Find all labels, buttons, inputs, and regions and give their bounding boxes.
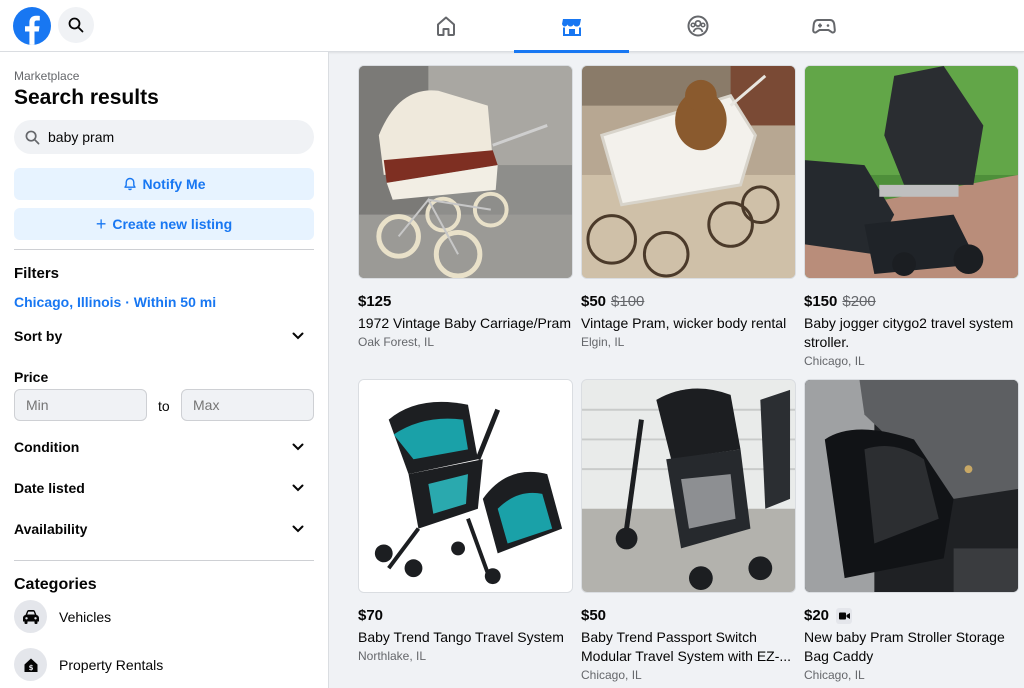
search-icon bbox=[25, 130, 40, 144]
listing-card[interactable]: $20 New baby Pram Stroller Storage Bag C… bbox=[804, 379, 1019, 682]
groups-icon bbox=[687, 15, 708, 37]
date-listed-dropdown[interactable]: Date listed bbox=[14, 476, 314, 500]
availability-dropdown[interactable]: Availability bbox=[14, 517, 314, 541]
category-vehicles[interactable]: Vehicles bbox=[14, 600, 111, 633]
tab-groups[interactable] bbox=[640, 0, 755, 52]
categories-title: Categories bbox=[14, 576, 97, 593]
listing-price: $50 bbox=[581, 607, 607, 624]
search-button[interactable] bbox=[58, 7, 94, 43]
condition-dropdown[interactable]: Condition bbox=[14, 435, 314, 459]
sidebar: Marketplace Search results Notify Me + C… bbox=[0, 52, 329, 688]
chevron-down-icon bbox=[292, 525, 304, 533]
svg-text:$: $ bbox=[28, 664, 33, 672]
listing-photo[interactable] bbox=[804, 379, 1019, 593]
listing-location: Chicago, IL bbox=[804, 354, 865, 368]
listing-location: Oak Forest, IL bbox=[358, 335, 435, 349]
facebook-logo-icon[interactable] bbox=[13, 7, 51, 45]
chevron-down-icon bbox=[292, 332, 304, 340]
listing-location: Chicago, IL bbox=[804, 668, 865, 682]
page-title: Search results bbox=[14, 86, 159, 109]
price-label: Price bbox=[14, 369, 49, 385]
tab-marketplace[interactable] bbox=[514, 0, 629, 53]
listing-price: $70 bbox=[358, 607, 384, 624]
search-field[interactable] bbox=[14, 120, 314, 154]
listing-price: $20 bbox=[804, 607, 830, 624]
listing-location: Northlake, IL bbox=[358, 649, 427, 663]
listing-title[interactable]: New baby Pram Stroller Storage Bag Caddy bbox=[804, 628, 1019, 666]
date-listed-label: Date listed bbox=[14, 480, 85, 496]
tab-gaming[interactable] bbox=[766, 0, 881, 52]
listing-card[interactable]: $150 $200 Baby jogger citygo2 travel sys… bbox=[804, 65, 1019, 368]
marketplace-icon bbox=[561, 19, 581, 36]
chevron-down-icon bbox=[292, 443, 304, 451]
bell-icon bbox=[123, 177, 136, 191]
listing-title[interactable]: Baby jogger citygo2 travel system stroll… bbox=[804, 314, 1019, 352]
car-icon bbox=[14, 600, 47, 633]
price-to-label: to bbox=[158, 398, 170, 414]
price-min-input[interactable] bbox=[14, 389, 147, 421]
listing-photo[interactable] bbox=[358, 65, 573, 279]
listing-title[interactable]: Vintage Pram, wicker body rental bbox=[581, 314, 796, 333]
listing-photo[interactable] bbox=[581, 379, 796, 593]
listing-price: $125 bbox=[358, 293, 392, 310]
listing-card[interactable]: $125 1972 Vintage Baby Carriage/Pram Oak… bbox=[358, 65, 573, 349]
top-navigation-bar bbox=[0, 0, 1024, 53]
sort-by-label: Sort by bbox=[14, 328, 63, 344]
create-listing-label: Create new listing bbox=[112, 216, 233, 232]
plus-icon: + bbox=[95, 214, 107, 234]
listing-photo[interactable] bbox=[804, 65, 1019, 279]
listing-old-price: $200 bbox=[842, 293, 876, 310]
listing-title[interactable]: Baby Trend Tango Travel System bbox=[358, 628, 573, 647]
listing-location: Chicago, IL bbox=[581, 668, 642, 682]
chevron-down-icon bbox=[292, 484, 304, 492]
search-input[interactable] bbox=[48, 129, 288, 145]
category-property-rentals[interactable]: $ Property Rentals bbox=[14, 648, 163, 681]
notify-me-button[interactable]: Notify Me bbox=[14, 168, 314, 200]
divider bbox=[14, 560, 314, 561]
divider bbox=[14, 249, 314, 250]
listing-location: Elgin, IL bbox=[581, 335, 625, 349]
listing-card[interactable]: $70 Baby Trend Tango Travel System North… bbox=[358, 379, 573, 663]
video-camera-icon bbox=[836, 607, 853, 624]
category-label: Property Rentals bbox=[59, 656, 164, 673]
gaming-icon bbox=[811, 19, 836, 34]
listing-card[interactable]: $50 Baby Trend Passport Switch Modular T… bbox=[581, 379, 796, 682]
listing-old-price: $100 bbox=[611, 293, 645, 310]
listing-price: $150 bbox=[804, 293, 838, 310]
house-dollar-icon: $ bbox=[14, 648, 47, 681]
category-label: Vehicles bbox=[59, 608, 112, 625]
listing-title[interactable]: 1972 Vintage Baby Carriage/Pram bbox=[358, 314, 573, 333]
search-icon bbox=[68, 17, 84, 33]
condition-label: Condition bbox=[14, 439, 80, 455]
availability-label: Availability bbox=[14, 521, 88, 537]
notify-me-label: Notify Me bbox=[142, 176, 206, 192]
location-filter-link[interactable]: Chicago, Illinois · Within 50 mi bbox=[14, 294, 216, 310]
listing-title[interactable]: Baby Trend Passport Switch Modular Trave… bbox=[581, 628, 796, 666]
sort-by-dropdown[interactable]: Sort by bbox=[14, 324, 314, 348]
listing-price: $50 bbox=[581, 293, 607, 310]
tab-home[interactable] bbox=[388, 0, 503, 52]
price-max-input[interactable] bbox=[181, 389, 314, 421]
home-icon bbox=[436, 16, 455, 36]
filters-title: Filters bbox=[14, 265, 60, 282]
listing-photo[interactable] bbox=[581, 65, 796, 279]
breadcrumb[interactable]: Marketplace bbox=[14, 69, 79, 83]
create-new-listing-button[interactable]: + Create new listing bbox=[14, 208, 314, 240]
listing-photo[interactable] bbox=[358, 379, 573, 593]
listing-card[interactable]: $50 $100 Vintage Pram, wicker body renta… bbox=[581, 65, 796, 349]
